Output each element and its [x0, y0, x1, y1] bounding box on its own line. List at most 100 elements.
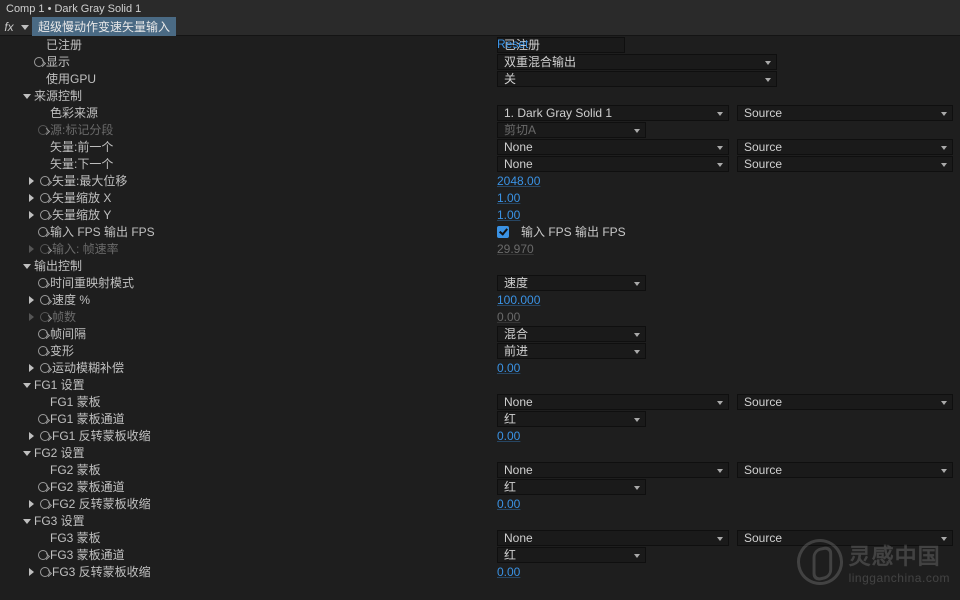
prop-fg2-choke: FG2 反转蒙板收缩 0.00 — [0, 495, 960, 512]
value-scrubber[interactable]: 0.00 — [497, 565, 520, 579]
stopwatch-icon[interactable] — [32, 55, 46, 69]
disclosure-icon[interactable] — [29, 313, 34, 321]
remap-select[interactable]: 速度 — [497, 275, 646, 291]
segment-select: 剪切A — [497, 122, 646, 138]
prop-fg2-mask: FG2 蒙板 None Source — [0, 461, 960, 478]
gpu-select[interactable]: 关 — [497, 71, 777, 87]
mode-select[interactable]: Source — [737, 156, 953, 172]
stopwatch-icon[interactable] — [38, 361, 52, 375]
mode-select[interactable]: Source — [737, 105, 953, 121]
stopwatch-icon[interactable] — [36, 480, 50, 494]
stopwatch-icon[interactable] — [36, 123, 50, 137]
label: 来源控制 — [34, 87, 82, 104]
channel-select[interactable]: 红 — [497, 411, 646, 427]
disclosure-icon[interactable] — [29, 432, 34, 440]
label: FG2 反转蒙板收缩 — [52, 495, 151, 512]
disclosure-icon[interactable] — [23, 451, 31, 456]
value-scrubber[interactable]: 100.000 — [497, 293, 540, 307]
mode-select[interactable]: Source — [737, 462, 953, 478]
prop-scale-y: 矢量缩放 Y 1.00 — [0, 206, 960, 223]
stopwatch-icon[interactable] — [38, 208, 52, 222]
stopwatch-icon[interactable] — [38, 565, 52, 579]
disclosure-icon[interactable] — [23, 94, 31, 99]
stopwatch-icon[interactable] — [36, 225, 50, 239]
stopwatch-icon[interactable] — [38, 429, 52, 443]
interval-select[interactable]: 混合 — [497, 326, 646, 342]
layer-select[interactable]: None — [497, 530, 729, 546]
group-output-control[interactable]: 输出控制 — [0, 257, 960, 274]
group-fg1[interactable]: FG1 设置 — [0, 376, 960, 393]
channel-select[interactable]: 红 — [497, 547, 646, 563]
disclosure-icon[interactable] — [29, 500, 34, 508]
label: 使用GPU — [46, 70, 96, 87]
stopwatch-icon[interactable] — [38, 497, 52, 511]
prop-display: 显示 双重混合输出 — [0, 53, 960, 70]
label: FG2 蒙板 — [50, 461, 101, 478]
prop-fg3-choke: FG3 反转蒙板收缩 0.00 — [0, 563, 960, 580]
label: FG3 设置 — [34, 512, 85, 529]
prop-time-remap: 时间重映射模式 速度 — [0, 274, 960, 291]
fps-checkbox[interactable] — [497, 226, 509, 238]
stopwatch-icon[interactable] — [38, 293, 52, 307]
layer-select[interactable]: 1. Dark Gray Solid 1 — [497, 105, 729, 121]
label: 输入: 帧速率 — [52, 240, 119, 257]
disclosure-icon[interactable] — [23, 519, 31, 524]
disclosure-icon[interactable] — [29, 296, 34, 304]
mode-select[interactable]: Source — [737, 139, 953, 155]
label: 矢量缩放 Y — [52, 206, 111, 223]
group-fg2[interactable]: FG2 设置 — [0, 444, 960, 461]
disclosure-icon[interactable] — [29, 211, 34, 219]
label: 显示 — [46, 53, 70, 70]
group-source-control[interactable]: 来源控制 — [0, 87, 960, 104]
disclosure-icon[interactable] — [18, 20, 32, 34]
prop-max-displacement: 矢量:最大位移 2048.00 — [0, 172, 960, 189]
label: 矢量:前一个 — [50, 138, 113, 155]
channel-select[interactable]: 红 — [497, 479, 646, 495]
layer-select[interactable]: None — [497, 156, 729, 172]
layer-select[interactable]: None — [497, 462, 729, 478]
value-scrubber[interactable]: 0.00 — [497, 429, 520, 443]
stopwatch-icon[interactable] — [36, 548, 50, 562]
prop-frames: 帧数 0.00 — [0, 308, 960, 325]
value-scrubber[interactable]: 2048.00 — [497, 174, 540, 188]
stopwatch-icon[interactable] — [38, 310, 52, 324]
layer-select[interactable]: None — [497, 139, 729, 155]
disclosure-icon[interactable] — [23, 383, 31, 388]
disclosure-icon[interactable] — [29, 177, 34, 185]
effect-header[interactable]: fx 超级慢动作变速矢量输入 — [0, 18, 960, 36]
disclosure-icon[interactable] — [29, 245, 34, 253]
prop-fps-io: 输入 FPS 输出 FPS 输入 FPS 输出 FPS — [0, 223, 960, 240]
warp-select[interactable]: 前进 — [497, 343, 646, 359]
value-scrubber[interactable]: 0.00 — [497, 497, 520, 511]
disclosure-icon[interactable] — [29, 364, 34, 372]
group-fg3[interactable]: FG3 设置 — [0, 512, 960, 529]
layer-select[interactable]: None — [497, 394, 729, 410]
mode-select[interactable]: Source — [737, 530, 953, 546]
label: 帧间隔 — [50, 325, 86, 342]
prop-fg1-choke: FG1 反转蒙板收缩 0.00 — [0, 427, 960, 444]
prop-speed: 速度 % 100.000 — [0, 291, 960, 308]
stopwatch-icon[interactable] — [38, 174, 52, 188]
prop-mark-segment: 源:标记分段 剪切A — [0, 121, 960, 138]
value-scrubber[interactable]: 0.00 — [497, 361, 520, 375]
panel-title: Comp 1 • Dark Gray Solid 1 — [0, 0, 960, 18]
label: 已注册 — [46, 36, 82, 53]
stopwatch-icon[interactable] — [36, 412, 50, 426]
value-scrubber[interactable]: 1.00 — [497, 208, 520, 222]
stopwatch-icon[interactable] — [36, 327, 50, 341]
disclosure-icon[interactable] — [29, 568, 34, 576]
stopwatch-icon[interactable] — [38, 191, 52, 205]
stopwatch-icon[interactable] — [38, 242, 52, 256]
reset-link[interactable]: Reset — [497, 37, 528, 51]
checkbox-label: 输入 FPS 输出 FPS — [521, 223, 626, 240]
display-select[interactable]: 双重混合输出 — [497, 54, 777, 70]
value-scrubber[interactable]: 1.00 — [497, 191, 520, 205]
disclosure-icon[interactable] — [29, 194, 34, 202]
mode-select[interactable]: Source — [737, 394, 953, 410]
label: FG2 蒙板通道 — [50, 478, 125, 495]
stopwatch-icon[interactable] — [36, 344, 50, 358]
stopwatch-icon[interactable] — [36, 276, 50, 290]
disclosure-icon[interactable] — [23, 264, 31, 269]
prop-use-gpu: 使用GPU 关 — [0, 70, 960, 87]
prop-fg3-mask: FG3 蒙板 NoneSource — [0, 529, 960, 546]
